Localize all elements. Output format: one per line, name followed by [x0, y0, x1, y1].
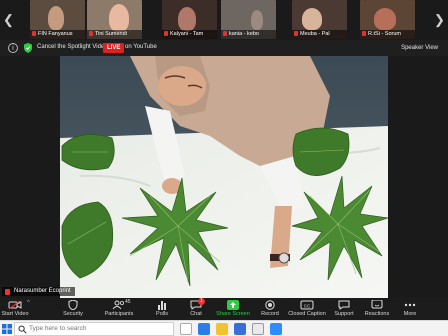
- share-screen-label: Share Screen: [216, 311, 250, 317]
- task-view-icon[interactable]: [180, 323, 192, 335]
- more-dots-icon: [404, 303, 416, 307]
- store-icon[interactable]: [234, 323, 246, 335]
- meeting-info-bar: i Cancel the Spotlight Video LIVE on You…: [0, 40, 448, 56]
- video-off-icon: [8, 300, 22, 310]
- search-input[interactable]: [29, 325, 169, 332]
- participants-icon: [112, 300, 124, 310]
- speaker-name-text: Narasumber Ecoprint: [14, 288, 71, 294]
- participant-name: FIN Fanyanus: [38, 31, 73, 37]
- encryption-shield-icon[interactable]: [24, 43, 32, 53]
- participant-thumbnail[interactable]: Tini Sumendi: [87, 0, 142, 39]
- svg-text:CC: CC: [304, 303, 311, 308]
- participant-thumbnail[interactable]: kania - kebo: [221, 0, 276, 39]
- participants-label: Participants: [104, 311, 134, 317]
- record-icon: [265, 300, 275, 310]
- reactions-icon: [371, 300, 383, 309]
- speaker-name-label: Narasumber Ecoprint: [2, 287, 75, 296]
- edge-browser-icon[interactable]: [198, 323, 210, 335]
- chat-label: Chat: [190, 311, 202, 317]
- participants-button[interactable]: 45 Participants: [102, 298, 136, 320]
- reactions-label: Reactions: [364, 311, 390, 317]
- reactions-button[interactable]: Reactions: [362, 298, 392, 320]
- security-label: Security: [63, 311, 83, 317]
- closed-caption-icon: CC: [300, 300, 314, 310]
- spotlight-video: [60, 56, 388, 298]
- windows-taskbar: [0, 320, 448, 336]
- polls-button[interactable]: Polls: [150, 298, 174, 320]
- video-options-caret-icon[interactable]: ^: [27, 300, 30, 306]
- meeting-info-icon[interactable]: i: [8, 43, 18, 53]
- search-icon: [18, 325, 27, 334]
- participant-thumbnail[interactable]: Kalyani - Tam: [162, 0, 217, 39]
- chat-unread-badge: 1: [198, 298, 205, 305]
- support-icon: [338, 300, 350, 310]
- gallery-strip: ❮ FIN Fanyanus Tini Sumendi Kalyani - Ta…: [0, 0, 448, 40]
- share-screen-icon: [227, 300, 239, 310]
- support-button[interactable]: Support: [330, 298, 358, 320]
- gallery-prev-arrow-icon[interactable]: ❮: [3, 13, 14, 27]
- more-button[interactable]: More: [398, 298, 422, 320]
- video-frame-image: [60, 56, 388, 298]
- start-video-label: Start Video: [1, 311, 29, 317]
- support-label: Support: [334, 311, 354, 317]
- polls-icon: [158, 301, 166, 310]
- participant-name: Kalyani - Tam: [170, 31, 204, 37]
- participant-thumbnail[interactable]: Meuba - Pal: [292, 0, 347, 39]
- windows-start-icon[interactable]: [2, 324, 12, 334]
- meeting-toolbar: Start Video ^ Security 45 Participants P…: [0, 298, 448, 320]
- cancel-spotlight-button[interactable]: Cancel the Spotlight Video: [37, 44, 108, 50]
- live-badge[interactable]: LIVE: [103, 43, 125, 53]
- zoom-meeting-window: ❮ FIN Fanyanus Tini Sumendi Kalyani - Ta…: [0, 0, 448, 336]
- participant-name: Tini Sumendi: [95, 31, 127, 37]
- muted-mic-icon: [5, 289, 10, 295]
- taskbar-search-box[interactable]: [14, 322, 174, 336]
- file-explorer-icon[interactable]: [216, 323, 228, 335]
- participant-name: R.tSi - Sorum: [368, 31, 402, 37]
- speaker-view-button[interactable]: Speaker View: [394, 43, 438, 54]
- participant-name: kania - kebo: [229, 31, 259, 37]
- security-shield-icon: [68, 300, 78, 310]
- participant-name: Meuba - Pal: [300, 31, 330, 37]
- participant-count: 45: [125, 299, 131, 305]
- zoom-app-icon[interactable]: [270, 323, 282, 335]
- participant-thumbnail[interactable]: R.tSi - Sorum: [360, 0, 415, 39]
- more-label: More: [403, 311, 417, 317]
- record-label: Record: [261, 311, 279, 317]
- record-button[interactable]: Record: [258, 298, 282, 320]
- live-platform-label: on YouTube: [125, 44, 157, 50]
- share-screen-button[interactable]: Share Screen: [214, 298, 252, 320]
- closed-caption-button[interactable]: CC Closed Caption: [288, 298, 326, 320]
- participant-thumbnail[interactable]: FIN Fanyanus: [30, 0, 85, 39]
- security-button[interactable]: Security: [58, 298, 88, 320]
- closed-caption-label: Closed Caption: [288, 311, 326, 317]
- gallery-next-arrow-icon[interactable]: ❯: [434, 13, 445, 27]
- chrome-icon[interactable]: [252, 323, 264, 335]
- chat-button[interactable]: 1 Chat: [184, 298, 208, 320]
- polls-label: Polls: [156, 311, 168, 317]
- start-video-button[interactable]: Start Video: [0, 298, 30, 320]
